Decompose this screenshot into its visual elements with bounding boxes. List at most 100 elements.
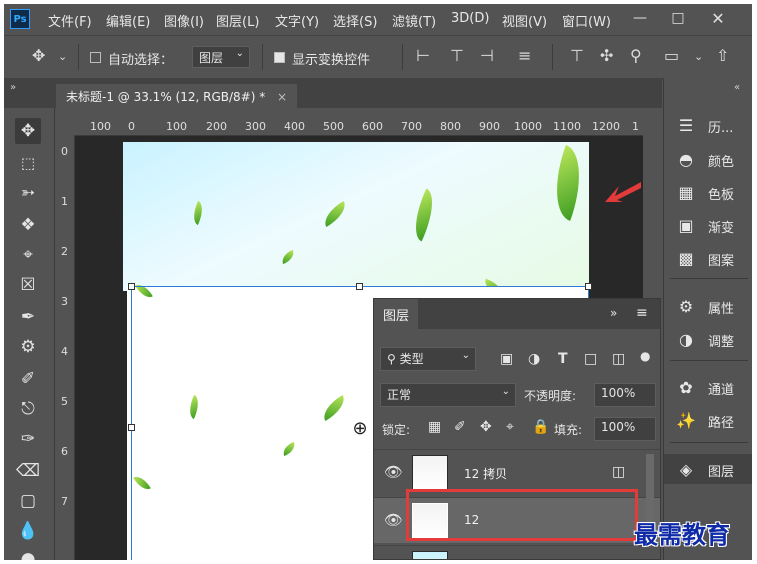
- filter-shape-icon[interactable]: □: [584, 351, 597, 367]
- filter-type-icon[interactable]: T: [558, 351, 568, 367]
- quick-select-tool-icon[interactable]: ❖: [15, 212, 41, 238]
- layers-panel-header: 图层 » ≡: [374, 299, 660, 329]
- menu-3d[interactable]: 3D(D): [451, 11, 489, 26]
- healing-tool-icon[interactable]: ⚙: [15, 334, 41, 360]
- panel-menu-icon[interactable]: ≡: [636, 305, 648, 321]
- leaf-image: [133, 472, 151, 494]
- fill-field[interactable]: 100%: [594, 417, 656, 441]
- menu-view[interactable]: 视图(V): [502, 11, 547, 30]
- search-icon[interactable]: ⚲: [630, 46, 642, 65]
- eyedropper-tool-icon[interactable]: ✒: [15, 304, 41, 330]
- history-brush-tool-icon[interactable]: ✑: [15, 426, 41, 452]
- ruler-label: 0: [128, 120, 135, 133]
- workspace-icon[interactable]: ▭: [664, 46, 679, 65]
- blend-mode-dropdown[interactable]: 正常 ⌄: [380, 383, 516, 407]
- menu-layer[interactable]: 图层(L): [216, 11, 259, 30]
- crop-tool-icon[interactable]: ⌖: [15, 242, 41, 268]
- filter-kind-dropdown[interactable]: ⚲ 类型 ⌄: [380, 347, 476, 371]
- transform-handle[interactable]: [128, 424, 135, 431]
- leaf-image: [184, 394, 204, 420]
- dock-paths[interactable]: ✨ 路径: [664, 405, 752, 435]
- document-tab[interactable]: 未标题-1 @ 33.1% (12, RGB/8#) * ×: [56, 84, 298, 108]
- ruler-label: 500: [323, 120, 344, 133]
- opacity-value: 100%: [601, 386, 636, 400]
- leaf-image: [280, 441, 298, 457]
- expand-icon[interactable]: »: [10, 82, 16, 93]
- opacity-field[interactable]: 100%: [594, 383, 656, 407]
- chevron-down-icon[interactable]: ⌄: [694, 50, 703, 63]
- layers-tab[interactable]: 图层: [374, 299, 418, 329]
- restore-icon[interactable]: □: [660, 4, 696, 32]
- transform-handle[interactable]: [356, 283, 363, 290]
- collapse-icon[interactable]: «: [734, 82, 740, 93]
- leaf-image: [319, 200, 351, 228]
- gradient-tool-icon[interactable]: ▢: [15, 488, 41, 514]
- dock-adjustments[interactable]: ◑ 调整: [664, 324, 752, 354]
- share-icon[interactable]: ⇧: [716, 46, 729, 65]
- auto-select-checkbox[interactable]: [90, 52, 101, 63]
- filter-toggle-icon[interactable]: ●: [640, 349, 650, 363]
- eraser-tool-icon[interactable]: ⌫: [15, 458, 41, 484]
- document-tab-title: 未标题-1 @ 33.1% (12, RGB/8#) *: [66, 90, 266, 104]
- blur-tool-icon[interactable]: 💧: [15, 518, 41, 544]
- menu-type[interactable]: 文字(Y): [275, 11, 319, 30]
- dock-swatches[interactable]: ▦ 色板: [664, 177, 752, 207]
- layers-icon: ◈: [679, 460, 693, 479]
- lasso-tool-icon[interactable]: ➳: [15, 180, 41, 206]
- dock-color[interactable]: ◓ 颜色: [664, 144, 752, 174]
- align-left-icon[interactable]: ⊢: [416, 46, 430, 65]
- dock-channels[interactable]: ✿ 通道: [664, 372, 752, 402]
- filter-smart-object-icon[interactable]: ◫: [612, 351, 625, 367]
- distribute-icon[interactable]: ≡: [518, 46, 531, 65]
- ruler-label: 6: [61, 445, 68, 458]
- align-right-icon[interactable]: ⊣: [480, 46, 494, 65]
- ruler-label: 0: [61, 145, 68, 158]
- dodge-tool-icon[interactable]: ●: [15, 546, 41, 560]
- frame-tool-icon[interactable]: ☒: [15, 272, 41, 298]
- menu-file[interactable]: 文件(F): [48, 11, 92, 30]
- show-transform-checkbox[interactable]: [274, 52, 285, 63]
- close-icon[interactable]: ✕: [700, 4, 736, 32]
- brush-tool-icon[interactable]: ✐: [15, 366, 41, 392]
- leaf-image: [318, 394, 350, 422]
- menu-window[interactable]: 窗口(W): [562, 11, 611, 30]
- align-middle-icon[interactable]: ✣: [600, 46, 613, 65]
- dock-properties[interactable]: ⚙ 属性: [664, 291, 752, 321]
- close-tab-icon[interactable]: ×: [277, 90, 287, 104]
- lock-artboard-icon[interactable]: ⌖: [506, 419, 514, 435]
- dock-label: 路径: [708, 416, 735, 431]
- visibility-eye-icon[interactable]: 👁: [384, 463, 403, 481]
- move-tool-icon[interactable]: ✥: [15, 118, 41, 144]
- menu-filter[interactable]: 滤镜(T): [392, 11, 436, 30]
- minimize-icon[interactable]: —: [622, 4, 658, 32]
- transform-handle[interactable]: [585, 283, 592, 290]
- lock-transparent-icon[interactable]: ▦: [428, 419, 441, 435]
- gradient-icon: ▣: [678, 216, 694, 235]
- stamp-tool-icon[interactable]: ⎋: [15, 396, 41, 422]
- lock-all-icon[interactable]: 🔒: [532, 419, 549, 435]
- lock-pixels-icon[interactable]: ✐: [454, 419, 466, 435]
- dock-history[interactable]: ☰ 历...: [664, 110, 752, 140]
- ruler-label: 4: [61, 345, 68, 358]
- dock-layers[interactable]: ◈ 图层: [664, 454, 752, 484]
- dock-gradient[interactable]: ▣ 渐变: [664, 210, 752, 240]
- align-center-icon[interactable]: ⊤: [450, 46, 464, 65]
- menu-edit[interactable]: 编辑(E): [106, 11, 150, 30]
- chevron-down-icon[interactable]: ⌄: [58, 50, 67, 63]
- filter-adjustment-icon[interactable]: ◑: [528, 351, 540, 367]
- transform-handle[interactable]: [128, 283, 135, 290]
- auto-select-dropdown[interactable]: 图层 ⌄: [192, 46, 250, 68]
- expand-icon[interactable]: »: [610, 306, 617, 320]
- reference-point-icon[interactable]: ⊕: [350, 419, 370, 439]
- marquee-tool-icon[interactable]: ⬚: [15, 150, 41, 176]
- menu-image[interactable]: 图像(I): [164, 11, 204, 30]
- align-top-icon[interactable]: ⊤: [570, 46, 584, 65]
- layer-row[interactable]: [374, 545, 660, 559]
- filter-pixel-icon[interactable]: ▣: [500, 351, 513, 367]
- dock-pattern[interactable]: ▩ 图案: [664, 243, 752, 273]
- menu-select[interactable]: 选择(S): [333, 11, 377, 30]
- visibility-eye-icon[interactable]: 👁: [384, 511, 403, 529]
- move-tool-icon[interactable]: ✥: [32, 46, 45, 65]
- lock-position-icon[interactable]: ✥: [480, 419, 492, 435]
- dock-label: 通道: [708, 383, 735, 398]
